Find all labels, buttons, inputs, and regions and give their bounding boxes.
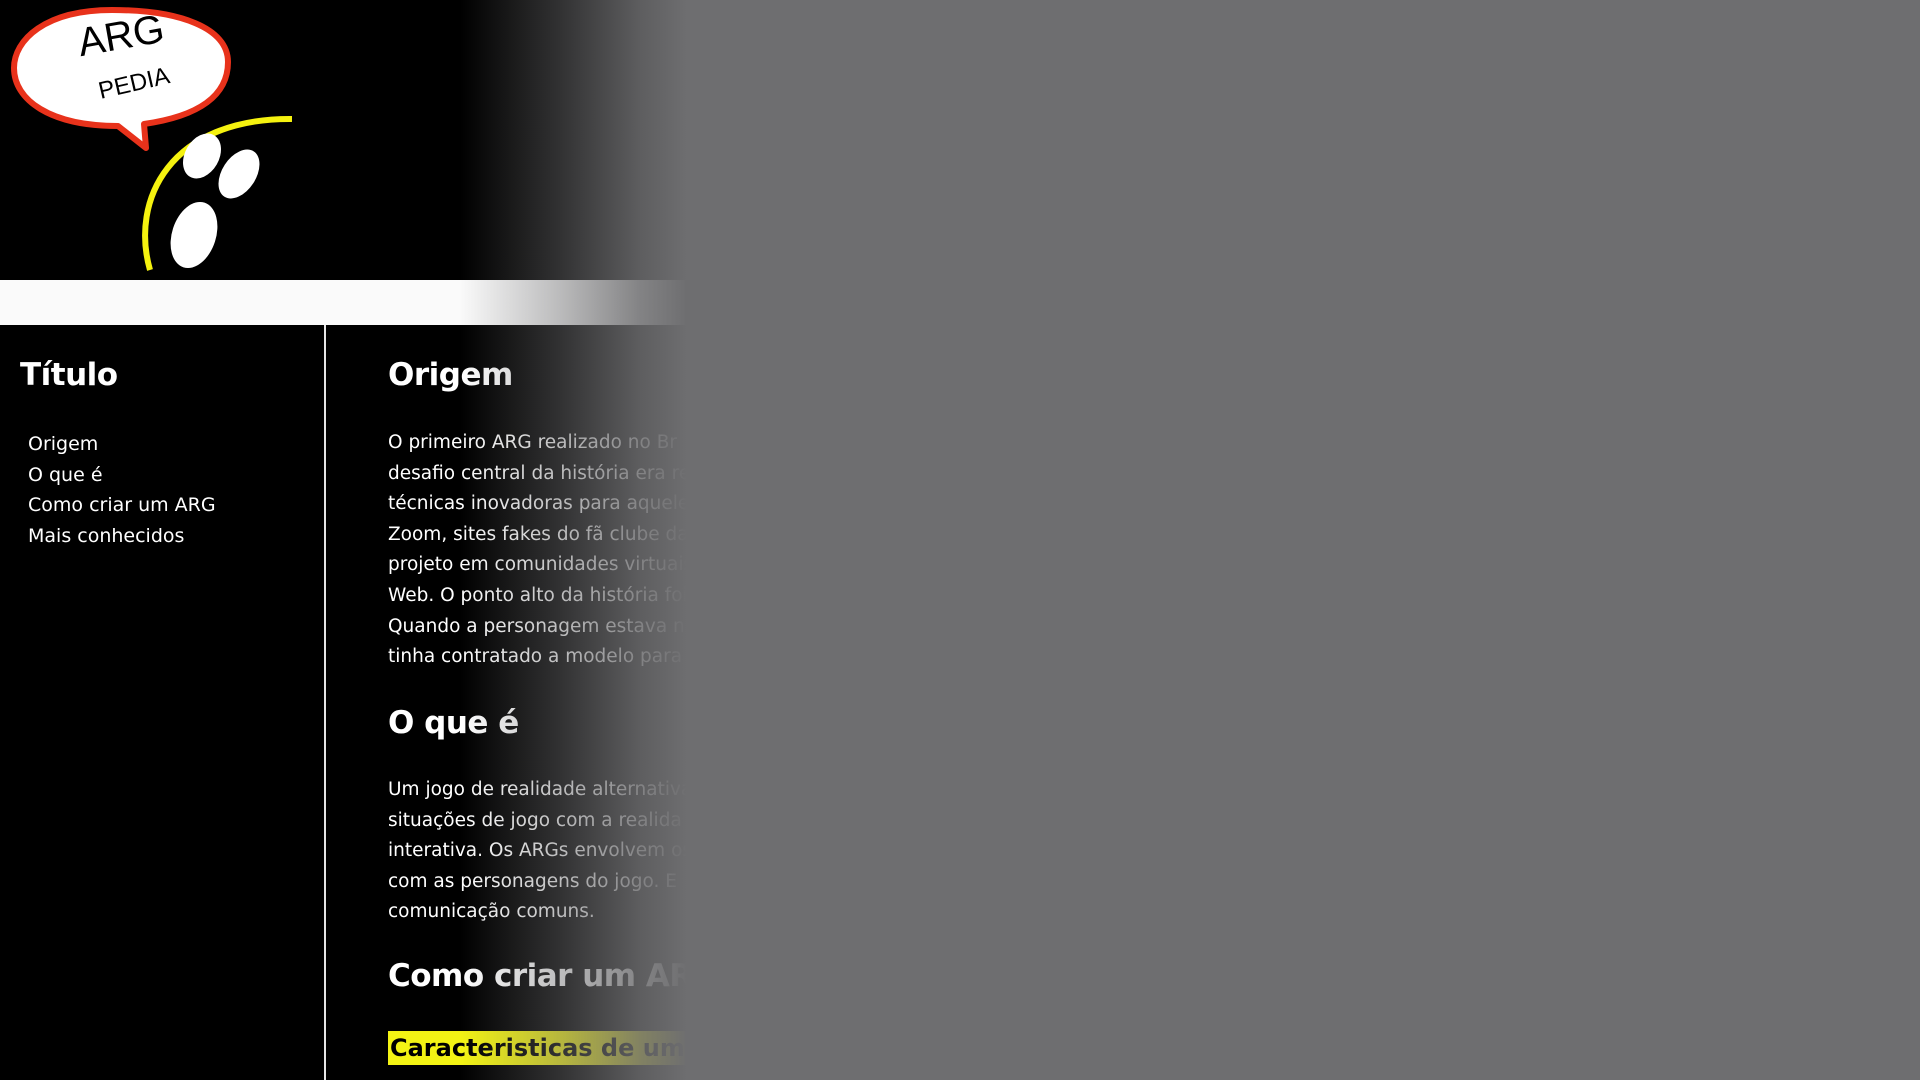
ghost-mouth-icon xyxy=(170,201,218,269)
paragraph-line: projeto em comunidades virtuais xyxy=(388,554,687,576)
sidebar-nav: Origem O que é Como criar um ARG Mais co… xyxy=(28,429,216,551)
paragraph-line: situações de jogo com a realida xyxy=(388,809,682,831)
argpedia-logo[interactable]: ARG PEDIA xyxy=(0,0,300,272)
section-paragraph-origem: O primeiro ARG realizado no Br desafio c… xyxy=(388,428,687,673)
section-paragraph-o-que-e: Um jogo de realidade alternativa situaçõ… xyxy=(388,775,687,928)
paragraph-line: interativa. Os ARGs envolvem os xyxy=(388,840,687,862)
section-heading-o-que-e: O que é xyxy=(388,705,519,741)
page: ARG PEDIA Título Origem O que é Como cri… xyxy=(0,0,687,1080)
paragraph-line: desafio central da história era re xyxy=(388,462,687,484)
paragraph-line: técnicas inovadoras para aquele xyxy=(388,493,687,515)
paragraph-line: Web. O ponto alto da história foi xyxy=(388,584,687,606)
paragraph-line: Quando a personagem estava n xyxy=(388,615,685,637)
sidebar-item-o-que-e[interactable]: O que é xyxy=(28,460,216,491)
sidebar-item-como-criar[interactable]: Como criar um ARG xyxy=(28,490,216,521)
sidebar: Título Origem O que é Como criar um ARG … xyxy=(0,325,326,1080)
section-heading-como-criar: Como criar um ARG xyxy=(388,958,687,994)
highlighted-subheading: Caracteristicas de um AR xyxy=(388,1031,687,1065)
paragraph-line: comunicação comuns. xyxy=(388,901,595,923)
paragraph-line: O primeiro ARG realizado no Br xyxy=(388,432,678,453)
paragraph-line: tinha contratado a modelo para xyxy=(388,646,683,668)
sidebar-title: Título xyxy=(20,357,118,393)
sidebar-item-mais-conhecidos[interactable]: Mais conhecidos xyxy=(28,521,216,552)
section-heading-origem: Origem xyxy=(388,357,513,393)
sidebar-item-origem[interactable]: Origem xyxy=(28,429,216,460)
paragraph-line: Zoom, sites fakes do fã clube da xyxy=(388,523,687,545)
paragraph-line: com as personagens do jogo. E xyxy=(388,870,677,892)
paragraph-line: Um jogo de realidade alternativa xyxy=(388,779,687,800)
header-divider-strip xyxy=(0,280,687,325)
main-content: Origem O primeiro ARG realizado no Br de… xyxy=(388,325,687,1080)
header: ARG PEDIA xyxy=(0,0,687,280)
